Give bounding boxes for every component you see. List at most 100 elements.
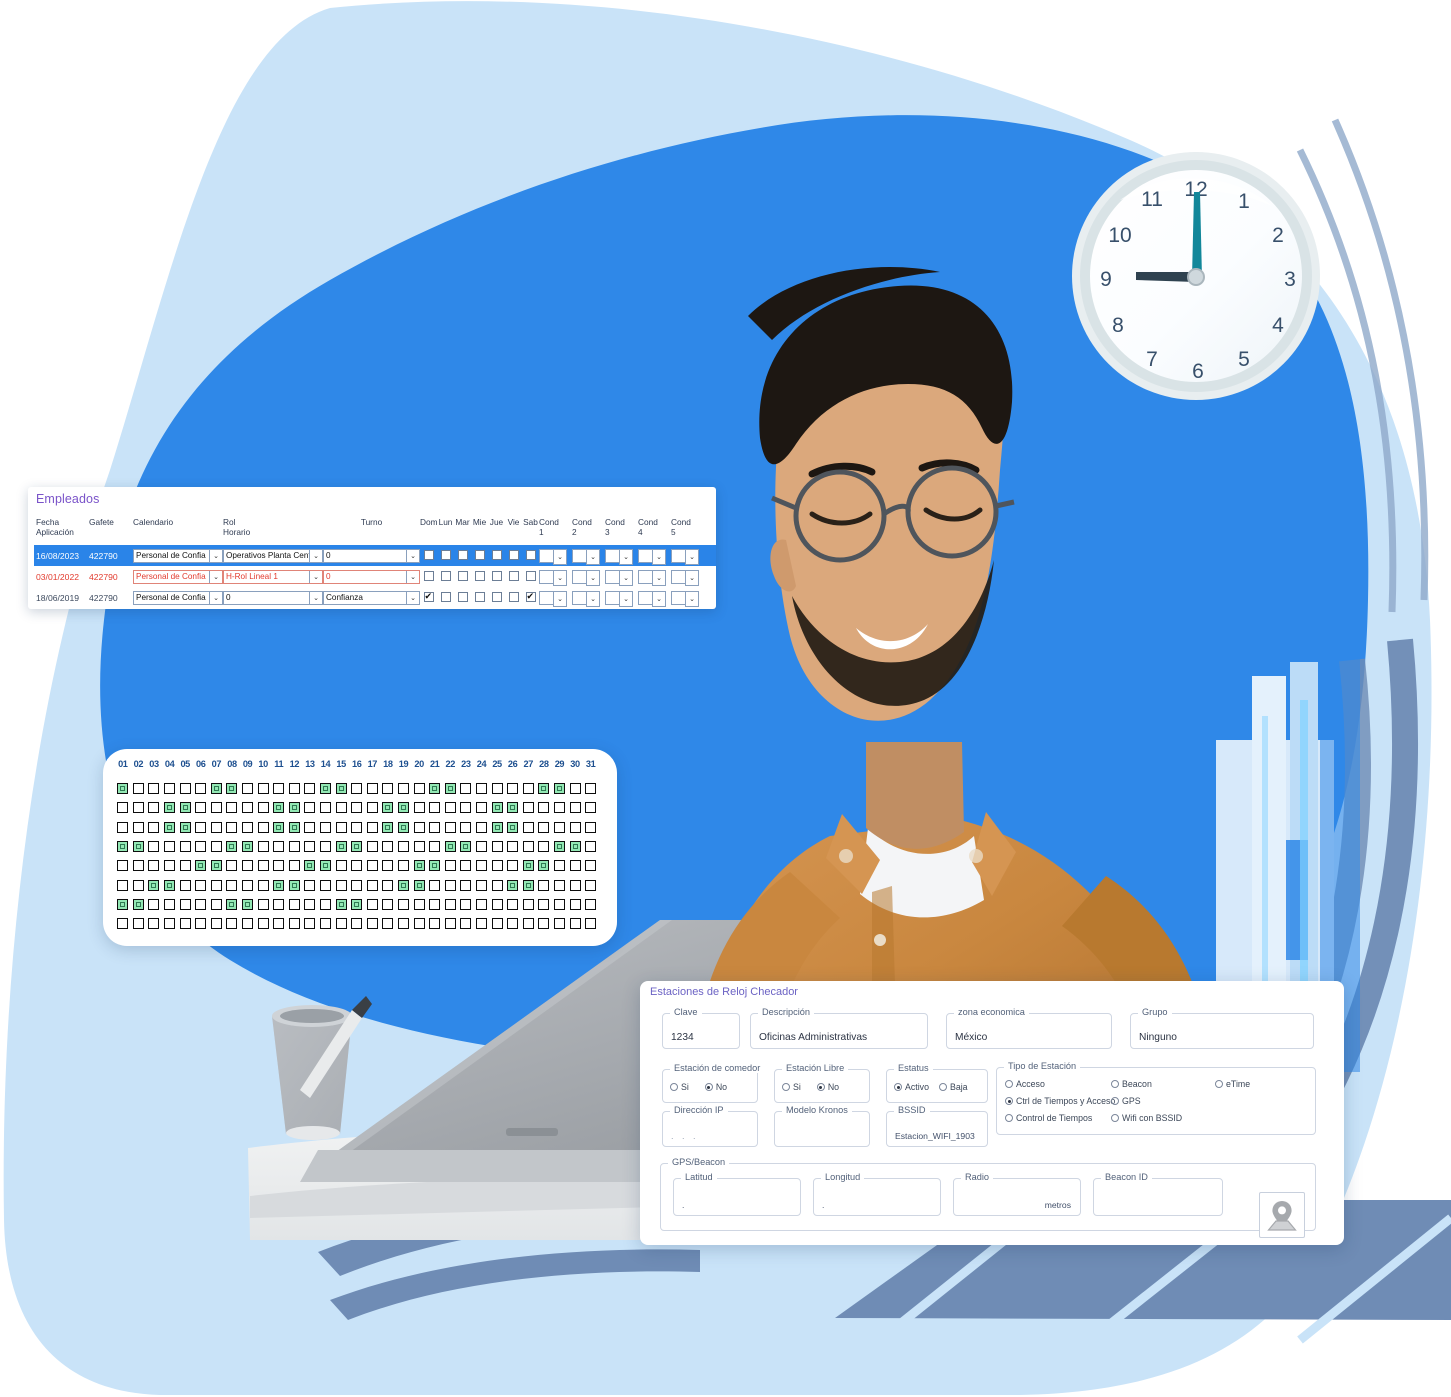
grid-checkbox[interactable] (413, 783, 425, 795)
grid-checkbox[interactable] (242, 860, 254, 872)
grid-checkbox[interactable] (226, 841, 238, 853)
grid-checkbox[interactable] (444, 898, 456, 910)
grid-checkbox[interactable] (475, 879, 487, 891)
cond-1-select[interactable]: ⌄ (539, 590, 567, 607)
grid-checkbox[interactable] (366, 918, 378, 930)
grid-checkbox[interactable] (569, 879, 581, 891)
grid-checkbox[interactable] (351, 898, 363, 910)
grid-checkbox[interactable] (242, 918, 254, 930)
checkbox-vie[interactable] (508, 591, 519, 602)
grid-checkbox[interactable] (117, 918, 129, 930)
cond-3-select[interactable]: ⌄ (605, 548, 633, 565)
grid-checkbox[interactable] (179, 783, 191, 795)
rol-horario-select[interactable]: Operativos Planta Cent ⌄ (223, 548, 323, 563)
grid-checkbox[interactable] (429, 879, 441, 891)
cond-4-select[interactable]: ⌄ (638, 590, 666, 607)
grid-checkbox[interactable] (538, 898, 550, 910)
grid-checkbox[interactable] (320, 860, 332, 872)
grid-checkbox[interactable] (382, 860, 394, 872)
grid-checkbox[interactable] (210, 860, 222, 872)
checkbox-sab[interactable] (525, 549, 536, 560)
grid-checkbox[interactable] (273, 821, 285, 833)
grid-checkbox[interactable] (179, 821, 191, 833)
grid-checkbox[interactable] (226, 821, 238, 833)
tipo-beacon[interactable]: Beacon (1111, 1079, 1215, 1089)
grid-checkbox[interactable] (507, 879, 519, 891)
grid-checkbox[interactable] (288, 918, 300, 930)
grid-checkbox[interactable] (195, 918, 207, 930)
grid-checkbox[interactable] (444, 783, 456, 795)
grid-checkbox[interactable] (475, 918, 487, 930)
grid-checkbox[interactable] (226, 898, 238, 910)
grid-checkbox[interactable] (210, 802, 222, 814)
grid-checkbox[interactable] (366, 860, 378, 872)
grid-checkbox[interactable] (429, 841, 441, 853)
turno-select[interactable]: 0 ⌄ (323, 569, 420, 584)
grid-checkbox[interactable] (585, 841, 597, 853)
grid-checkbox[interactable] (522, 860, 534, 872)
grid-checkbox[interactable] (491, 879, 503, 891)
grid-checkbox[interactable] (366, 821, 378, 833)
turno-select[interactable]: Confianza ⌄ (323, 590, 420, 605)
grid-checkbox[interactable] (335, 898, 347, 910)
grid-checkbox[interactable] (117, 783, 129, 795)
grid-checkbox[interactable] (242, 802, 254, 814)
grid-checkbox[interactable] (195, 841, 207, 853)
grid-checkbox[interactable] (382, 879, 394, 891)
grid-checkbox[interactable] (164, 821, 176, 833)
grid-checkbox[interactable] (210, 821, 222, 833)
grid-checkbox[interactable] (257, 879, 269, 891)
grid-checkbox[interactable] (522, 821, 534, 833)
grid-checkbox[interactable] (569, 898, 581, 910)
grid-checkbox[interactable] (242, 821, 254, 833)
grid-checkbox[interactable] (397, 918, 409, 930)
grid-checkbox[interactable] (273, 879, 285, 891)
grid-checkbox[interactable] (320, 802, 332, 814)
checkbox-mar[interactable] (457, 570, 468, 581)
grid-checkbox[interactable] (491, 841, 503, 853)
beacon-id-field[interactable]: Beacon ID (1093, 1172, 1223, 1216)
grid-checkbox[interactable] (132, 879, 144, 891)
grid-checkbox[interactable] (460, 783, 472, 795)
estacion-libre-no[interactable]: No (816, 1082, 839, 1092)
grid-checkbox[interactable] (210, 898, 222, 910)
grid-checkbox[interactable] (195, 860, 207, 872)
grid-checkbox[interactable] (320, 841, 332, 853)
zona-economica-field[interactable]: zona economica México (946, 1007, 1112, 1049)
grid-checkbox[interactable] (491, 860, 503, 872)
grid-checkbox[interactable] (117, 841, 129, 853)
grid-checkbox[interactable] (132, 918, 144, 930)
cond-5-select[interactable]: ⌄ (671, 590, 699, 607)
grid-checkbox[interactable] (429, 918, 441, 930)
grid-checkbox[interactable] (429, 802, 441, 814)
clave-field[interactable]: Clave 1234 (662, 1007, 740, 1049)
grid-checkbox[interactable] (429, 898, 441, 910)
grid-checkbox[interactable] (288, 879, 300, 891)
grid-checkbox[interactable] (444, 821, 456, 833)
grid-checkbox[interactable] (366, 841, 378, 853)
grid-checkbox[interactable] (351, 860, 363, 872)
calendario-select[interactable]: Personal de Confia ⌄ (133, 590, 223, 605)
grid-checkbox[interactable] (538, 918, 550, 930)
grid-checkbox[interactable] (366, 783, 378, 795)
estatus-activo[interactable]: Activo (894, 1082, 929, 1092)
grid-checkbox[interactable] (382, 783, 394, 795)
checkbox-mar[interactable] (457, 549, 468, 560)
grid-checkbox[interactable] (397, 821, 409, 833)
grid-checkbox[interactable] (382, 821, 394, 833)
cond-2-select[interactable]: ⌄ (572, 590, 600, 607)
grid-checkbox[interactable] (288, 821, 300, 833)
grid-checkbox[interactable] (273, 802, 285, 814)
table-row[interactable]: 03/01/2022 422790 Personal de Confia ⌄ H-Rol… (34, 566, 716, 587)
grid-checkbox[interactable] (491, 821, 503, 833)
grid-checkbox[interactable] (335, 821, 347, 833)
grid-checkbox[interactable] (351, 841, 363, 853)
checkbox-lun[interactable] (440, 570, 451, 581)
grid-checkbox[interactable] (132, 802, 144, 814)
grid-checkbox[interactable] (460, 879, 472, 891)
grid-checkbox[interactable] (195, 802, 207, 814)
grid-checkbox[interactable] (304, 898, 316, 910)
estacion-libre-si[interactable]: Si (782, 1082, 801, 1092)
checkbox-dom[interactable] (423, 590, 434, 602)
grid-checkbox[interactable] (491, 898, 503, 910)
